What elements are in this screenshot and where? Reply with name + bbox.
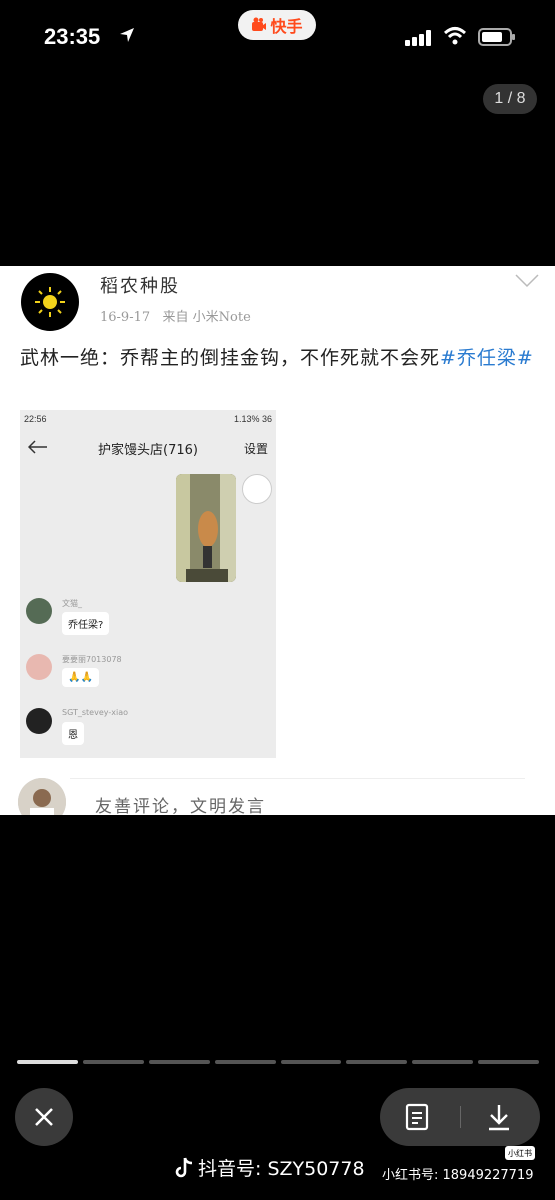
embedded-msg-nick: SGT_stevey-xiao [62, 708, 128, 717]
embedded-chat-screenshot[interactable]: 22:56 1.13% 36 护家馒头店(716) 设置 文猫_ 乔任梁? 要要… [20, 410, 276, 758]
progress-segment [478, 1060, 539, 1064]
post-text: 武林一绝：乔帮主的倒挂金钩，不作死就不会死#乔任梁# [20, 343, 540, 373]
embedded-msg-text: 恩 [62, 722, 84, 745]
embedded-group-title: 护家馒头店(716) [98, 443, 198, 458]
gallery-progress [17, 1060, 539, 1064]
douyin-logo-icon [175, 1157, 193, 1177]
embedded-video-thumbnail [176, 474, 236, 582]
progress-segment [214, 1060, 276, 1064]
comment-row[interactable]: 友善评论，文明发言 [0, 772, 555, 815]
chevron-down-icon[interactable] [515, 274, 539, 288]
embedded-msg-text: 🙏🙏 [62, 668, 99, 687]
action-pill [380, 1088, 540, 1146]
progress-segment [346, 1060, 408, 1064]
close-button[interactable] [15, 1088, 73, 1146]
author-name[interactable]: 稻农种股 [100, 272, 180, 298]
xhs-watermark: 小红书号: 18949227719 [382, 1168, 534, 1183]
page-counter: 1 / 8 [483, 84, 537, 114]
location-arrow-icon [120, 28, 134, 42]
post-source: 来自 小米Note [162, 310, 251, 325]
user-photo-icon [18, 778, 66, 815]
signal-icon [405, 30, 431, 46]
douyin-id: 抖音号: SZY50778 [198, 1158, 365, 1180]
comment-input[interactable]: 友善评论，文明发言 [95, 792, 266, 815]
hashtag-link[interactable]: #乔任梁# [440, 347, 534, 369]
close-icon [35, 1108, 53, 1126]
divider [70, 778, 525, 779]
embedded-msg-avatar [26, 598, 52, 624]
post-body: 武林一绝：乔帮主的倒挂金钩，不作死就不会死 [20, 347, 441, 369]
kuaishou-logo-icon [252, 17, 267, 31]
status-bar: 23:35 快手 [0, 0, 555, 80]
status-time: 23:35 [44, 24, 101, 49]
embedded-settings-label: 设置 [243, 442, 268, 456]
embedded-msg-text: 乔任梁? [62, 612, 110, 635]
app-indicator-pill[interactable]: 快手 [238, 10, 316, 40]
embedded-msg-nick: 文猫_ [62, 599, 82, 608]
figure-image [176, 474, 236, 582]
back-arrow-icon [28, 440, 47, 454]
post-date: 16-9-17 [100, 310, 151, 325]
note-icon[interactable] [402, 1102, 432, 1132]
progress-segment [82, 1060, 144, 1064]
embedded-msg-avatar [26, 654, 52, 680]
post-card: 稻农种股 16-9-17 来自 小米Note 武林一绝：乔帮主的倒挂金钩，不作死… [0, 266, 555, 815]
embedded-time: 22:56 [24, 414, 47, 424]
xhs-badge: 小红书 [505, 1146, 535, 1160]
embedded-status-right: 1.13% 36 [233, 414, 272, 424]
progress-segment [412, 1060, 474, 1064]
embedded-msg-nick: 要要丽7013078 [62, 655, 122, 664]
commenter-avatar [18, 778, 66, 815]
sun-icon [35, 287, 65, 317]
post-meta: 16-9-17 来自 小米Note [100, 306, 251, 325]
progress-segment [148, 1060, 210, 1064]
author-avatar[interactable] [21, 273, 79, 331]
progress-segment [17, 1060, 78, 1064]
app-name: 快手 [270, 17, 303, 36]
battery-icon [478, 28, 515, 46]
embedded-nav-bar: 护家馒头店(716) 设置 [20, 432, 276, 464]
embedded-self-avatar [242, 474, 272, 504]
douyin-watermark: 抖音号: SZY50778 [174, 1154, 365, 1181]
divider [460, 1106, 461, 1128]
download-icon[interactable] [484, 1102, 514, 1132]
progress-segment [280, 1060, 342, 1064]
wifi-icon [443, 27, 467, 45]
embedded-status-bar: 22:56 1.13% 36 [20, 410, 276, 428]
embedded-msg-avatar [26, 708, 52, 734]
